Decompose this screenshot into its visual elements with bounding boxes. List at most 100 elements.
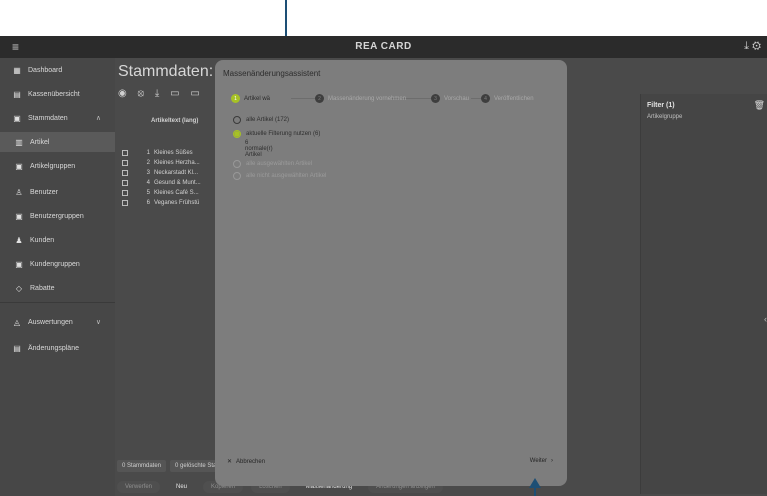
brand-title: REA CARD <box>355 41 412 52</box>
new-button[interactable]: Neu <box>168 481 195 493</box>
row-checkbox[interactable] <box>122 200 128 206</box>
row-checkbox[interactable] <box>122 170 128 176</box>
chevron-right-icon: › <box>551 458 553 464</box>
chart-icon: ◬ <box>13 317 21 327</box>
annotation-arrow-up <box>534 487 536 496</box>
next-button[interactable]: Weiter › <box>530 458 553 464</box>
sidebar-divider <box>0 302 115 303</box>
sidebar-item-artikel[interactable]: ▥ Artikel <box>0 132 115 152</box>
chevron-down-icon: ∨ <box>95 319 101 326</box>
sidebar: ▦ Dashboard ▤ Kassenübersicht ▣ Stammdat… <box>0 58 115 496</box>
radio-button[interactable] <box>233 116 241 124</box>
mass-change-wizard-dialog: Massenänderungsassistent 1 Artikel wä 2 … <box>215 60 567 486</box>
sidebar-item-kassenuebersicht[interactable]: ▤ Kassenübersicht <box>0 84 115 104</box>
row-number: 6 <box>146 200 150 206</box>
row-checkbox[interactable] <box>122 190 128 196</box>
row-checkbox[interactable] <box>122 180 128 186</box>
customer-group-icon: ▣ <box>15 259 23 269</box>
sidebar-item-label: Benutzer <box>30 188 59 196</box>
article-table: Artikeltext (lang) 1 Kleines Süßes 2 Kle… <box>118 108 218 258</box>
article-icon: ▥ <box>15 137 23 147</box>
column-header-artikeltext[interactable]: Artikeltext (lang) <box>151 118 198 124</box>
step-2-dot: 2 <box>315 94 324 103</box>
step-3-dot: 3 <box>431 94 440 103</box>
register-icon: ▤ <box>13 89 21 99</box>
row-checkbox[interactable] <box>122 160 128 166</box>
row-text: Gesund & Munt... <box>154 180 201 186</box>
plan-icon: ▤ <box>13 343 21 353</box>
row-number: 5 <box>146 190 150 196</box>
cancel-button[interactable]: ✕ Abbrechen <box>227 458 265 466</box>
sidebar-item-label: Benutzergruppen <box>30 212 84 220</box>
sidebar-item-label: Dashboard <box>28 66 63 74</box>
table-header: Artikeltext (lang) <box>118 108 218 138</box>
sidebar-item-auswertungen[interactable]: ◬ Auswertungen ∨ <box>0 312 115 332</box>
next-label: Weiter <box>529 458 547 464</box>
tag-icon: ◇ <box>15 283 23 293</box>
sidebar-item-kunden[interactable]: ♟ Kunden <box>0 230 115 250</box>
sidebar-item-label: Artikelgruppen <box>30 162 76 170</box>
top-bar: ≡ REA CARD ⤓ ⚙ <box>0 36 767 58</box>
sidebar-item-label: Kundengruppen <box>30 260 80 268</box>
option-all-articles[interactable]: alle Artikel (172) <box>233 116 289 124</box>
sidebar-item-dashboard[interactable]: ▦ Dashboard <box>0 60 115 80</box>
top-right-icons[interactable]: ⤓ ⚙ <box>744 40 761 53</box>
radio-button-checked[interactable] <box>233 130 241 138</box>
row-number: 3 <box>146 170 150 176</box>
row-text: Kleines Herzha... <box>154 160 200 166</box>
row-text: Veganes Frühstü <box>154 200 200 206</box>
sidebar-item-rabatte[interactable]: ◇ Rabatte <box>0 278 115 298</box>
sidebar-item-label: Änderungspläne <box>28 344 79 352</box>
step-4-label: Veröffentlichen <box>494 95 534 102</box>
sidebar-item-benutzer[interactable]: ♙ Benutzer <box>0 182 115 202</box>
step-1: 1 Artikel wä <box>231 94 270 103</box>
radio-button-disabled <box>233 160 241 168</box>
app-window: ≡ REA CARD ⤓ ⚙ ▦ Dashboard ▤ Kassenübers… <box>0 36 767 496</box>
dialog-footer: ✕ Abbrechen Weiter › <box>215 456 567 486</box>
row-text: Kleines Süßes <box>154 150 193 156</box>
grid-icon: ▦ <box>13 65 21 75</box>
option-label: alle ausgewählten Artikel <box>246 161 313 167</box>
sidebar-item-artikelgruppen[interactable]: ▣ Artikelgruppen <box>0 156 115 176</box>
sidebar-item-label: Artikel <box>30 138 50 146</box>
step-3: 3 Vorschau <box>431 94 469 103</box>
row-checkbox[interactable] <box>122 150 128 156</box>
sidebar-item-benutzergruppen[interactable]: ▣ Benutzergruppen <box>0 206 115 226</box>
table-row[interactable]: 3 Neckarstadt Kl... <box>118 168 218 178</box>
sidebar-item-label: Kassenübersicht <box>28 90 80 98</box>
sidebar-item-stammdaten[interactable]: ▣ Stammdaten ∧ <box>0 108 115 128</box>
tab-geloeschte[interactable]: 0 gelöschte Sta <box>170 460 222 472</box>
discard-button[interactable]: Verwerfen <box>117 481 161 493</box>
option-label: alle nicht ausgewählten Artikel <box>246 173 327 179</box>
toolbar-icons[interactable]: ◉ ⦻ ⤓ ▭ ▭ <box>118 88 204 99</box>
sidebar-item-aenderungsplaene[interactable]: ▤ Änderungspläne <box>0 338 115 358</box>
option-unselected-articles: alle nicht ausgewählten Artikel <box>233 172 326 180</box>
row-number: 2 <box>146 160 150 166</box>
table-row[interactable]: 5 Kleines Café S... <box>118 188 218 198</box>
bottom-tabs: 0 Stammdaten 0 gelöschte Sta <box>117 460 222 472</box>
row-text: Kleines Café S... <box>154 190 199 196</box>
close-icon: ✕ <box>227 459 233 465</box>
option-current-filter[interactable]: aktuelle Filterung nutzen (6) <box>233 130 320 138</box>
tab-stammdaten[interactable]: 0 Stammdaten <box>117 460 167 472</box>
table-row[interactable]: 6 Veganes Frühstü <box>118 198 218 208</box>
customers-icon: ♟ <box>15 235 23 245</box>
step-2-label: Massenänderung vornehmen <box>328 95 407 102</box>
table-row[interactable]: 1 Kleines Süßes <box>118 148 218 158</box>
table-row[interactable]: 2 Kleines Herzha... <box>118 158 218 168</box>
table-row[interactable]: 4 Gesund & Munt... <box>118 178 218 188</box>
group-icon: ▣ <box>15 161 23 171</box>
annotation-area <box>0 0 767 36</box>
filter-panel: Filter (1) Artikelgruppe 🗑 ‹ <box>640 94 767 494</box>
sidebar-item-label: Kunden <box>30 236 55 244</box>
filter-title[interactable]: Filter (1) <box>647 102 675 109</box>
trash-icon[interactable]: 🗑 <box>754 100 765 111</box>
step-4: 4 Veröffentlichen <box>481 94 534 103</box>
step-1-dot: 1 <box>231 94 240 103</box>
row-number: 1 <box>146 150 150 156</box>
folder-icon: ▣ <box>13 113 21 123</box>
dialog-title: Massenänderungsassistent <box>223 69 321 78</box>
option-selected-articles: alle ausgewählten Artikel <box>233 160 312 168</box>
sidebar-item-kundengruppen[interactable]: ▣ Kundengruppen <box>0 254 115 274</box>
step-1-label: Artikel wä <box>244 95 271 102</box>
